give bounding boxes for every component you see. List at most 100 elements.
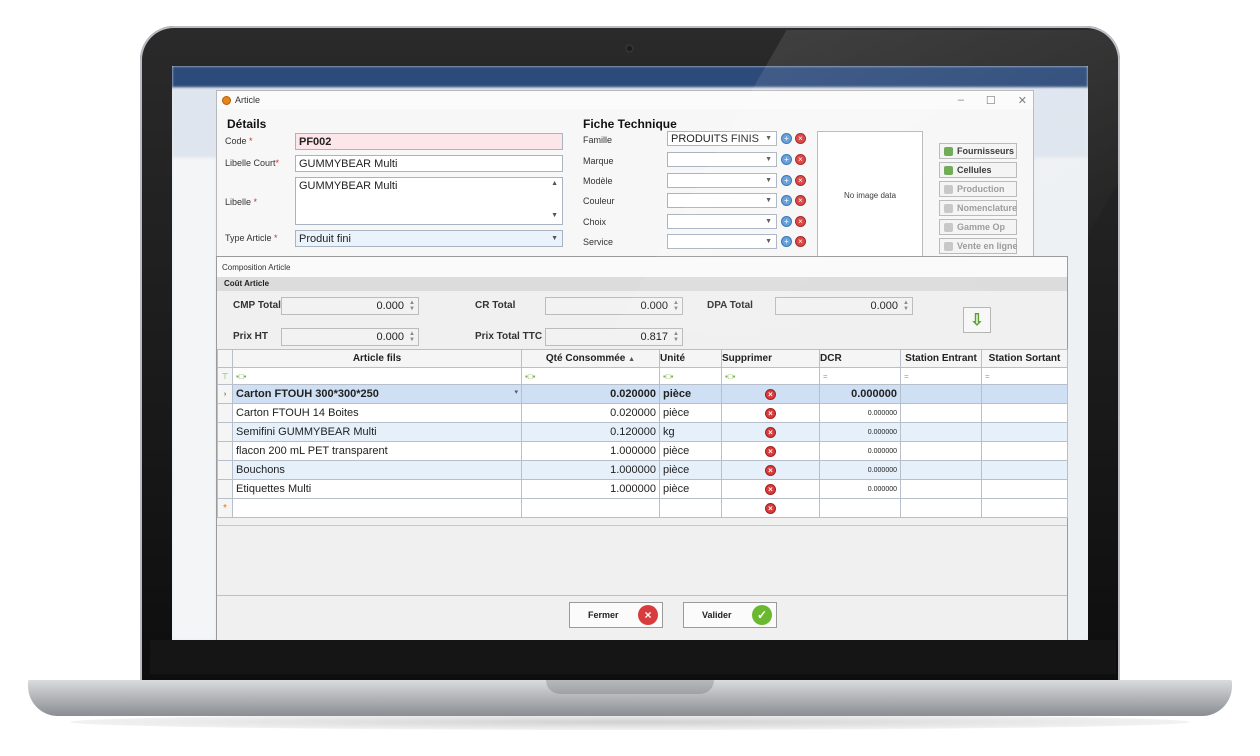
filter-unite[interactable]: ▪□▪ bbox=[659, 367, 722, 385]
cell-article-fils[interactable]: Carton FTOUH 14 Boites bbox=[232, 403, 522, 423]
cell-station-entrant[interactable] bbox=[900, 479, 982, 499]
cell-article-fils[interactable]: flacon 200 mL PET transparent bbox=[232, 441, 522, 461]
add-couleur-icon[interactable]: + bbox=[781, 195, 792, 206]
delete-row-icon[interactable]: × bbox=[765, 408, 776, 419]
cell-qte[interactable]: 1.000000 bbox=[521, 441, 660, 461]
cell-unite[interactable]: kg bbox=[659, 422, 722, 442]
maximize-icon[interactable]: ☐ bbox=[986, 94, 996, 107]
col-header-unite[interactable]: Unité bbox=[659, 349, 722, 368]
cell-qte[interactable]: 1.000000 bbox=[521, 479, 660, 499]
cell-article-fils[interactable] bbox=[232, 498, 522, 518]
filter-supprimer[interactable]: ▪□▪ bbox=[721, 367, 820, 385]
add-choix-icon[interactable]: + bbox=[781, 216, 792, 227]
close-icon[interactable]: ✕ bbox=[1018, 94, 1027, 107]
fournisseurs-button[interactable]: Fournisseurs bbox=[939, 143, 1017, 159]
cell-unite[interactable]: pièce bbox=[659, 460, 722, 480]
cell-station-entrant[interactable] bbox=[900, 403, 982, 423]
libelle-court-field[interactable]: GUMMYBEAR Multi bbox=[295, 155, 563, 172]
add-marque-icon[interactable]: + bbox=[781, 154, 792, 165]
couleur-select[interactable]: ▼ bbox=[667, 193, 777, 208]
cell-article-fils[interactable]: Semifini GUMMYBEAR Multi bbox=[232, 422, 522, 442]
cell-article-fils[interactable]: Bouchons bbox=[232, 460, 522, 480]
clear-service-icon[interactable]: × bbox=[795, 236, 806, 247]
cell-dcr[interactable]: 0.000000 bbox=[819, 441, 901, 461]
scroll-down-icon[interactable]: ▼ bbox=[551, 212, 558, 219]
cell-article-fils[interactable]: Etiquettes Multi bbox=[232, 479, 522, 499]
cell-dcr[interactable]: 0.000000 bbox=[819, 384, 901, 404]
code-field[interactable]: PF002 bbox=[295, 133, 563, 150]
cell-station-entrant[interactable] bbox=[900, 384, 982, 404]
article-image[interactable]: No image data bbox=[817, 131, 923, 259]
spinner-icon[interactable]: ▲ ▼ bbox=[673, 331, 679, 343]
cell-station-sortant[interactable] bbox=[981, 498, 1068, 518]
cell-dcr[interactable]: 0.000000 bbox=[819, 422, 901, 442]
cell-dcr[interactable]: 0.000000 bbox=[819, 403, 901, 423]
col-header-article-fils[interactable]: Article fils bbox=[232, 349, 522, 368]
cell-qte[interactable]: 0.120000 bbox=[521, 422, 660, 442]
filter-article-fils[interactable]: ▪□▪ bbox=[232, 367, 522, 385]
add-famille-icon[interactable]: + bbox=[781, 133, 792, 144]
cell-dcr[interactable] bbox=[819, 498, 901, 518]
table-row[interactable]: Carton FTOUH 14 Boites 0.020000 pièce × … bbox=[217, 403, 1068, 423]
scroll-up-icon[interactable]: ▲ bbox=[551, 180, 558, 187]
dpa-total-field[interactable]: 0.000 ▲ ▼ bbox=[775, 297, 913, 315]
spinner-icon[interactable]: ▲ ▼ bbox=[903, 300, 909, 312]
clear-marque-icon[interactable]: × bbox=[795, 154, 806, 165]
cell-dcr[interactable]: 0.000000 bbox=[819, 460, 901, 480]
spinner-icon[interactable]: ▲ ▼ bbox=[673, 300, 679, 312]
cell-station-sortant[interactable] bbox=[981, 460, 1068, 480]
clear-couleur-icon[interactable]: × bbox=[795, 195, 806, 206]
cell-unite[interactable] bbox=[659, 498, 722, 518]
cell-qte[interactable]: 1.000000 bbox=[521, 460, 660, 480]
marque-select[interactable]: ▼ bbox=[667, 152, 777, 167]
minimize-icon[interactable]: – bbox=[958, 94, 964, 107]
delete-row-icon[interactable]: × bbox=[765, 484, 776, 495]
clear-modele-icon[interactable]: × bbox=[795, 175, 806, 186]
new-row[interactable]: * × bbox=[217, 498, 1068, 518]
col-header-qte-consommee[interactable]: Qté Consommée ▲ bbox=[521, 349, 660, 368]
gamme-op-button[interactable]: Gamme Op bbox=[939, 219, 1017, 235]
delete-row-icon[interactable]: × bbox=[765, 446, 776, 457]
cell-station-sortant[interactable] bbox=[981, 403, 1068, 423]
prix-total-ttc-field[interactable]: 0.817 ▲ ▼ bbox=[545, 328, 683, 346]
choix-select[interactable]: ▼ bbox=[667, 214, 777, 229]
add-modele-icon[interactable]: + bbox=[781, 175, 792, 186]
cell-unite[interactable]: pièce bbox=[659, 479, 722, 499]
cell-unite[interactable]: pièce bbox=[659, 403, 722, 423]
cell-qte[interactable] bbox=[521, 498, 660, 518]
col-header-dcr[interactable]: DCR bbox=[819, 349, 901, 368]
table-row[interactable]: Semifini GUMMYBEAR Multi 0.120000 kg × 0… bbox=[217, 422, 1068, 442]
cell-qte[interactable]: 0.020000 bbox=[521, 403, 660, 423]
cell-unite[interactable]: pièce bbox=[659, 384, 722, 404]
service-select[interactable]: ▼ bbox=[667, 234, 777, 249]
cell-article-fils[interactable]: Carton FTOUH 300*300*250 ▾ bbox=[232, 384, 522, 404]
delete-row-icon[interactable]: × bbox=[765, 427, 776, 438]
cell-station-sortant[interactable] bbox=[981, 479, 1068, 499]
cell-qte[interactable]: 0.020000 bbox=[521, 384, 660, 404]
chevron-down-icon[interactable]: ▾ bbox=[514, 388, 518, 396]
spinner-icon[interactable]: ▲ ▼ bbox=[409, 300, 415, 312]
table-row[interactable]: flacon 200 mL PET transparent 1.000000 p… bbox=[217, 441, 1068, 461]
clear-famille-icon[interactable]: × bbox=[795, 133, 806, 144]
clear-choix-icon[interactable]: × bbox=[795, 216, 806, 227]
famille-select[interactable]: PRODUITS FINIS ▼ bbox=[667, 131, 777, 146]
cell-station-entrant[interactable] bbox=[900, 498, 982, 518]
col-header-supprimer[interactable]: Supprimer bbox=[721, 349, 820, 368]
cr-total-field[interactable]: 0.000 ▲ ▼ bbox=[545, 297, 683, 315]
spinner-icon[interactable]: ▲ ▼ bbox=[409, 331, 415, 343]
cellules-button[interactable]: Cellules bbox=[939, 162, 1017, 178]
cell-station-entrant[interactable] bbox=[900, 422, 982, 442]
prix-ht-field[interactable]: 0.000 ▲ ▼ bbox=[281, 328, 419, 346]
cell-station-sortant[interactable] bbox=[981, 441, 1068, 461]
filter-dcr[interactable]: = bbox=[819, 367, 901, 385]
valider-button[interactable]: Valider ✓ bbox=[683, 602, 777, 628]
cell-station-entrant[interactable] bbox=[900, 460, 982, 480]
table-row[interactable]: Bouchons 1.000000 pièce × 0.000000 bbox=[217, 460, 1068, 480]
filter-station-sortant[interactable]: = bbox=[981, 367, 1068, 385]
cell-station-sortant[interactable] bbox=[981, 384, 1068, 404]
libelle-textarea[interactable]: GUMMYBEAR Multi ▲ ▼ bbox=[295, 177, 563, 225]
col-header-station-sortant[interactable]: Station Sortant bbox=[981, 349, 1068, 368]
cmp-total-field[interactable]: 0.000 ▲ ▼ bbox=[281, 297, 419, 315]
table-row[interactable]: Etiquettes Multi 1.000000 pièce × 0.0000… bbox=[217, 479, 1068, 499]
delete-row-icon[interactable]: × bbox=[765, 389, 776, 400]
